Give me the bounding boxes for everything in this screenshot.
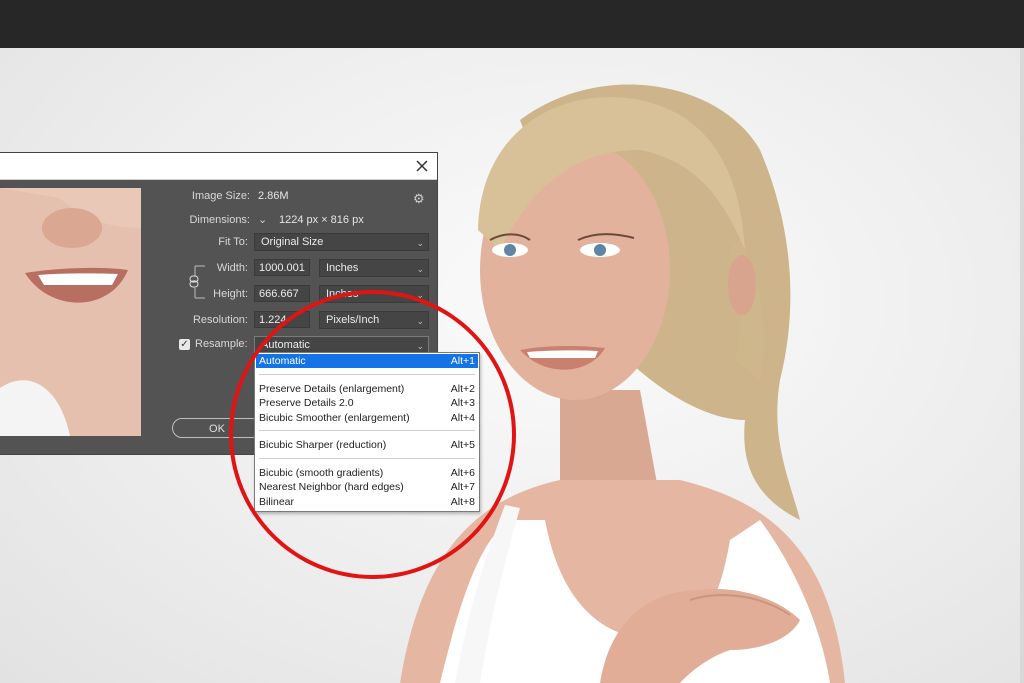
image-size-value: 2.86M: [258, 190, 289, 202]
resample-checkbox[interactable]: ✓: [179, 339, 190, 350]
resolution-label: Resolution:: [192, 314, 248, 326]
dimensions-value: 1224 px × 816 px: [279, 214, 364, 226]
height-label: Height:: [213, 288, 248, 300]
fit-to-select[interactable]: Original Size ⌄: [254, 233, 429, 251]
width-unit-value: Inches: [326, 262, 359, 274]
width-input[interactable]: 1000.001: [254, 259, 310, 276]
preview-image: [0, 188, 141, 436]
resample-label: Resample:: [195, 338, 248, 350]
width-unit-select[interactable]: Inches ⌄: [319, 259, 429, 277]
image-size-label: Image Size:: [191, 190, 250, 202]
gear-icon[interactable]: ⚙: [413, 191, 425, 207]
chevron-down-icon[interactable]: ⌄: [258, 213, 267, 226]
close-icon[interactable]: [413, 157, 431, 175]
app-top-bar: [0, 0, 1024, 48]
chevron-down-icon: ⌄: [416, 238, 424, 248]
dimensions-label: Dimensions:: [189, 214, 250, 226]
highlight-circle-annotation: [229, 290, 516, 579]
chevron-down-icon: ⌄: [416, 264, 424, 274]
dialog-titlebar: [0, 153, 437, 180]
height-input[interactable]: 666.667: [254, 285, 310, 302]
preview-thumbnail[interactable]: [0, 188, 141, 436]
fit-to-value: Original Size: [261, 236, 324, 248]
fit-to-label: Fit To:: [218, 236, 248, 248]
canvas-edge: [1020, 48, 1024, 683]
